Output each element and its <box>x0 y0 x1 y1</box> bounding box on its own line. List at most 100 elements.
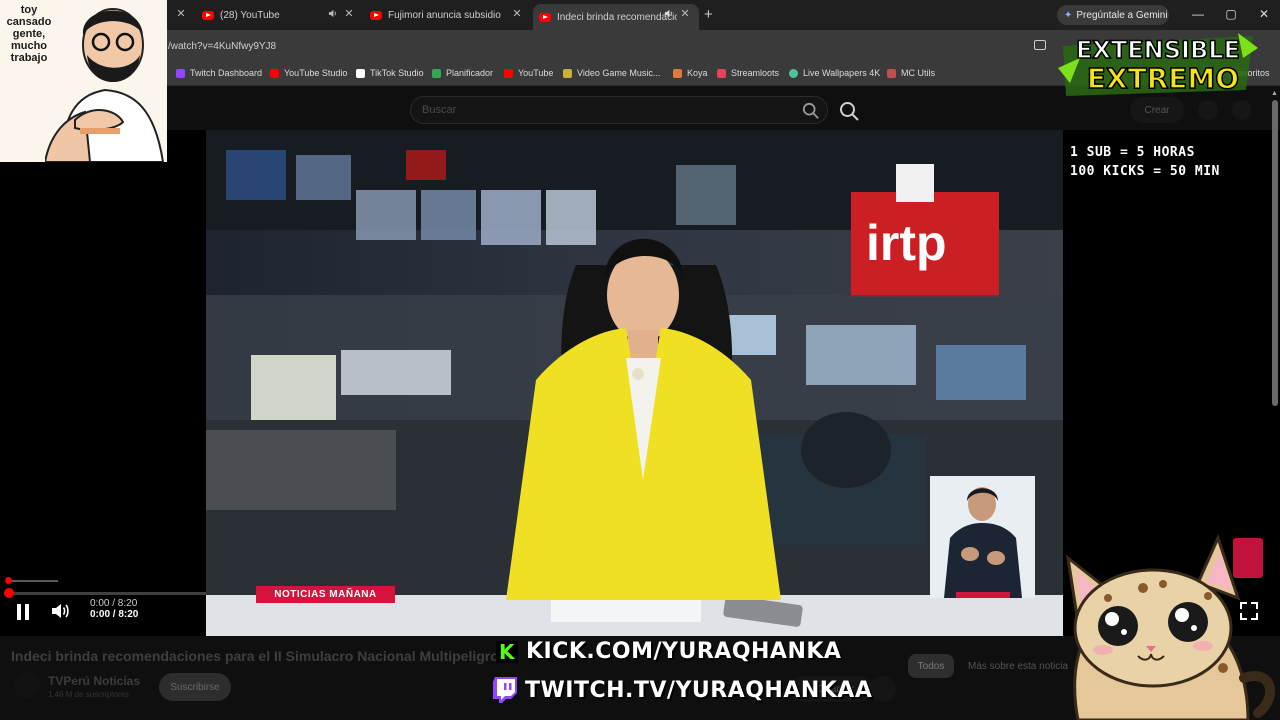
search-box[interactable] <box>410 96 828 124</box>
subscribe-button[interactable]: Suscribirse <box>159 673 231 701</box>
minimize-icon[interactable]: — <box>1190 7 1206 21</box>
browser-tab-strip: ✕ (28) YouTube ✕ Fujimori anuncia subsid… <box>0 0 1280 30</box>
bookmark-twitch-dashboard[interactable]: Twitch Dashboard <box>176 68 262 78</box>
bearded-man-illustration <box>45 8 165 162</box>
bookmark-youtube[interactable]: YouTube <box>504 68 553 78</box>
search-icon[interactable] <box>838 100 860 122</box>
twitch-url: TWITCH.TV/YURAQHANKAA <box>525 677 873 703</box>
meme-overlay: toy cansado gente, mucho trabajo <box>0 0 167 162</box>
bookmark-live-wallpapers[interactable]: Live Wallpapers 4K <box>789 68 880 78</box>
planner-icon <box>432 68 441 78</box>
subscriber-count: 1.46 M de suscriptores <box>48 690 129 699</box>
create-button[interactable]: Crear <box>1130 97 1184 123</box>
bookmark-tiktok-studio[interactable]: TikTok Studio <box>356 68 424 78</box>
bookmark-label: TikTok Studio <box>370 68 424 78</box>
bookmark-label: Streamloots <box>731 68 780 78</box>
youtube-favicon-icon <box>202 10 214 20</box>
bookmark-label: YouTube <box>518 68 554 78</box>
cast-icon[interactable] <box>1034 40 1046 50</box>
tab-close-icon[interactable]: ✕ <box>511 8 523 20</box>
kick-link: K KICK.COM/YURAQHANKA <box>496 639 841 664</box>
url-text[interactable]: /watch?v=4KuNfwy9YJ8 <box>168 41 276 52</box>
search-input[interactable] <box>411 97 771 123</box>
bookmark-mc-utils[interactable]: MC Utils <box>887 68 935 78</box>
tab-close-icon[interactable]: ✕ <box>175 8 187 20</box>
bookmark-youtube-studio[interactable]: YouTube Studio <box>270 68 347 78</box>
logo-line2: EXTREMO <box>1087 62 1239 95</box>
kick-url: KICK.COM/YURAQHANKA <box>526 639 842 664</box>
rule-subs: 1 SUB = 5 HORAS <box>1070 145 1195 160</box>
time-display: 0:00 / 8:20 <box>90 609 139 620</box>
bookmark-label: Video Game Music... <box>577 68 661 78</box>
avatar[interactable] <box>1232 100 1252 120</box>
volume-icon[interactable] <box>50 600 70 622</box>
sign-language-interpreter-inset <box>930 476 1035 598</box>
extensible-extremo-logo: EXTENSIBLE EXTREMO <box>1058 33 1258 96</box>
bookmark-label: MC Utils <box>901 68 935 78</box>
music-icon <box>563 68 572 78</box>
bookmark-video-game-music[interactable]: Video Game Music... <box>563 68 660 78</box>
cat-mascot-illustration <box>1065 533 1276 720</box>
news-lower-third: NOTICIAS MAÑANA <box>256 586 395 603</box>
kick-icon: K <box>496 640 518 664</box>
irtp-logo: irtp <box>866 215 947 271</box>
tab-close-icon[interactable]: ✕ <box>343 8 355 20</box>
twitch-link: TWITCH.TV/YURAQHANKAA <box>493 677 872 703</box>
notifications-icon[interactable] <box>1198 100 1218 120</box>
channel-name[interactable]: TVPerú Noticias <box>48 674 140 688</box>
gemini-label: Pregúntale a Gemini <box>1076 9 1168 21</box>
scroll-up-icon[interactable]: ▲ <box>1271 90 1278 97</box>
bookmark-label: Planificador <box>446 68 494 78</box>
gemini-sparkle-icon: ✦ <box>1064 9 1073 21</box>
pause-icon[interactable] <box>17 604 29 620</box>
bookmark-koya[interactable]: Koya <box>673 68 708 78</box>
twitch-icon <box>493 677 517 703</box>
scrollbar[interactable] <box>1272 100 1278 406</box>
bookmark-planificador[interactable]: Planificador <box>432 68 493 78</box>
close-window-icon[interactable]: ✕ <box>1256 7 1272 21</box>
stream-rules: 1 SUB = 5 HORAS 100 KICKS = 50 MIN <box>1070 143 1270 181</box>
streamloots-icon <box>717 68 726 78</box>
more-actions-icon[interactable] <box>870 676 896 702</box>
progress-scrubber[interactable] <box>4 588 14 598</box>
browser-tab-indeci[interactable]: Indeci brinda recomendacio <box>533 4 699 30</box>
ask-gemini-button[interactable]: ✦ Pregúntale a Gemini <box>1057 5 1169 25</box>
speaker-icon[interactable] <box>664 9 673 18</box>
youtube-icon <box>504 68 513 78</box>
maximize-icon[interactable]: ▢ <box>1223 7 1239 21</box>
youtube-icon <box>270 68 279 78</box>
time-display-small: 0:00 / 8:20 <box>90 598 138 609</box>
new-tab-button[interactable]: + <box>704 6 713 23</box>
bookmark-label: Twitch Dashboard <box>190 68 263 78</box>
logo-line1: EXTENSIBLE <box>1076 36 1240 64</box>
progress-scrubber-secondary[interactable] <box>5 577 12 584</box>
search-icon[interactable] <box>802 102 820 120</box>
progress-bar[interactable] <box>8 592 206 595</box>
browser-tab-youtube[interactable]: (28) YouTube <box>202 4 322 26</box>
speaker-icon[interactable] <box>328 9 337 18</box>
tab-close-icon[interactable]: ✕ <box>679 8 691 20</box>
screen: ✕ (28) YouTube ✕ Fujimori anuncia subsid… <box>0 0 1280 720</box>
rule-kicks: 100 KICKS = 50 MIN <box>1070 164 1220 179</box>
bookmark-label: Koya <box>687 68 708 78</box>
bookmark-label: Live Wallpapers 4K <box>803 68 881 78</box>
youtube-favicon-icon <box>370 10 382 20</box>
tab-label: Fujimori anuncia subsidio para <box>388 9 502 21</box>
tab-label: (28) YouTube <box>220 9 280 21</box>
youtube-favicon-icon <box>539 12 551 22</box>
video-title: Indeci brinda recomendaciones para el II… <box>11 648 501 664</box>
tiktok-icon <box>356 68 365 78</box>
koya-icon <box>673 68 682 78</box>
mcutils-icon <box>887 68 896 78</box>
video-player[interactable]: irtp <box>206 130 1063 636</box>
chip-all[interactable]: Todos <box>908 654 954 678</box>
interpreter-figure <box>930 476 1035 598</box>
bookmark-label: YouTube Studio <box>284 68 348 78</box>
browser-tab-fujimori[interactable]: Fujimori anuncia subsidio para <box>370 4 502 26</box>
tab-label: Indeci brinda recomendacio <box>557 11 677 23</box>
progress-bar-secondary[interactable] <box>8 580 58 582</box>
twitch-icon <box>176 68 185 78</box>
channel-avatar[interactable] <box>14 672 40 698</box>
bookmark-streamloots[interactable]: Streamloots <box>717 68 779 78</box>
wallpaper-icon <box>789 68 798 78</box>
